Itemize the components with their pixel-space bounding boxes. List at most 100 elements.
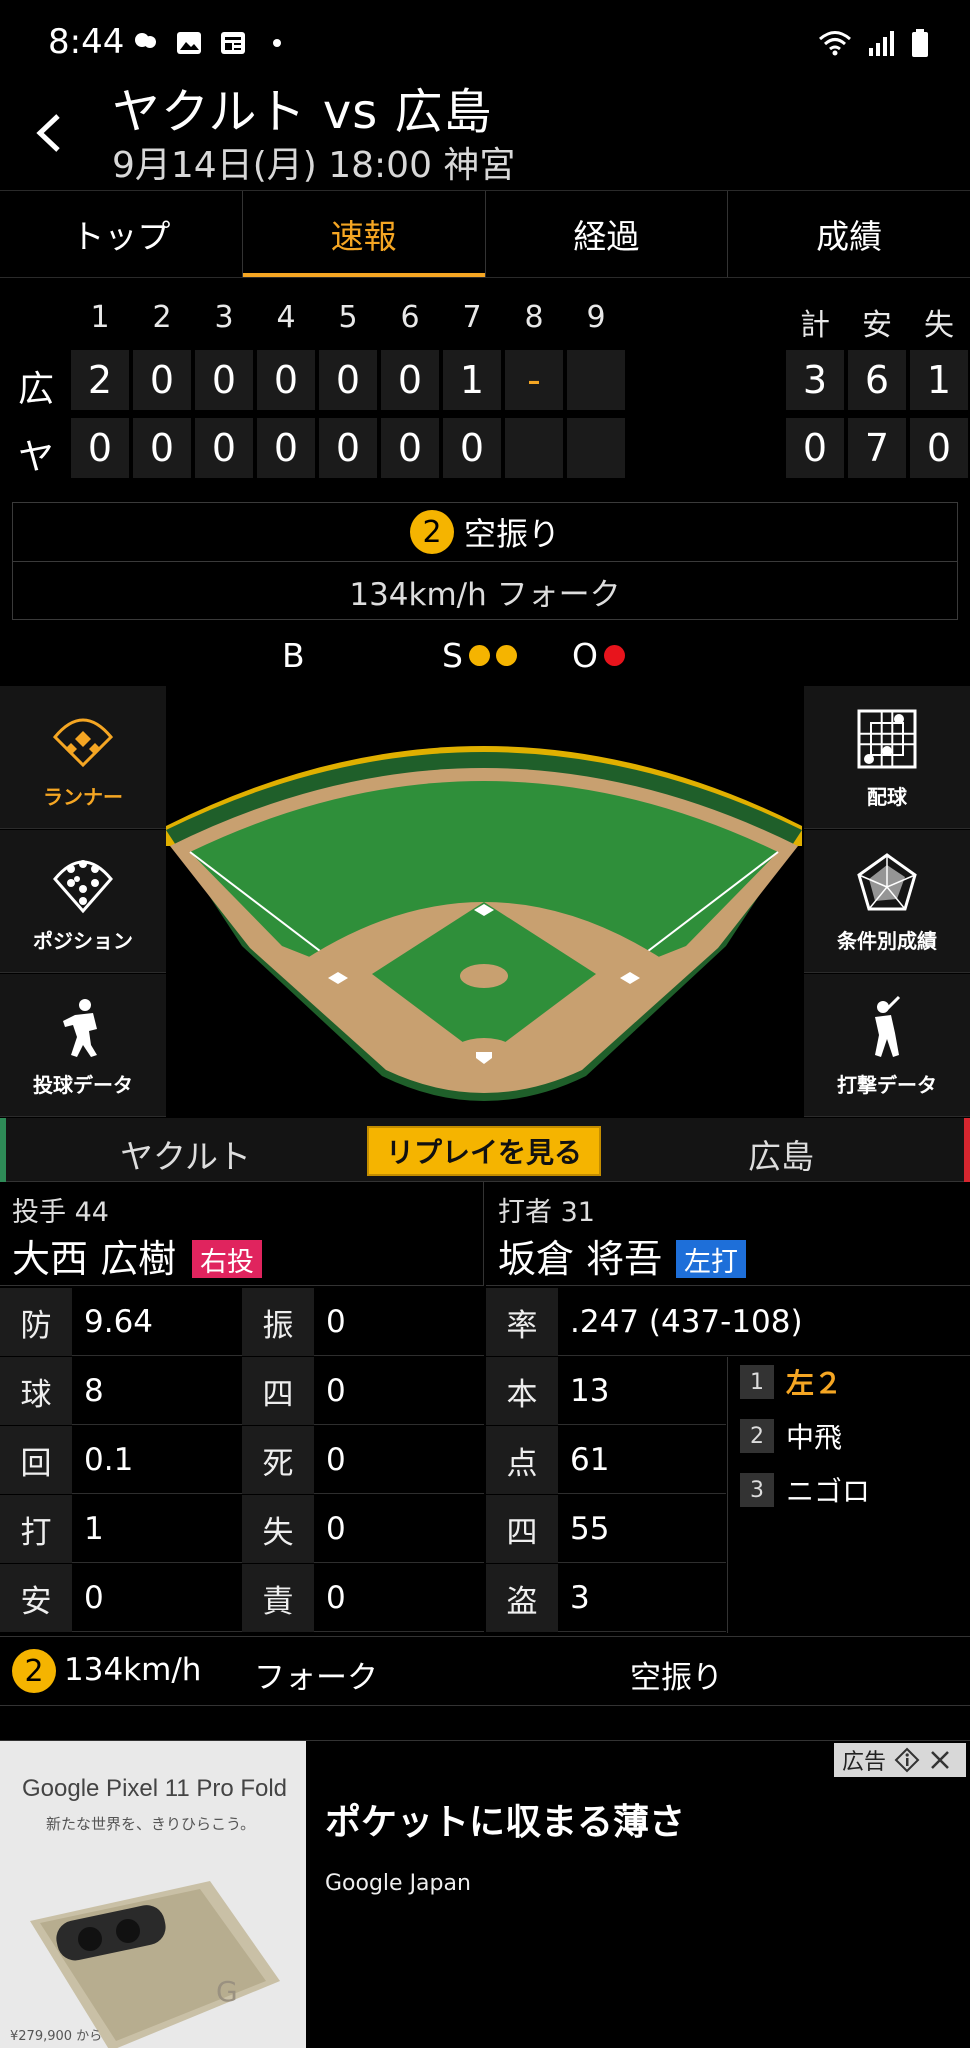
ad-headline[interactable]: ポケットに収まる薄さ bbox=[325, 1793, 685, 1845]
batting-data-label: 打撃データ bbox=[837, 1073, 937, 1097]
stat-label: 失 bbox=[242, 1495, 314, 1563]
battery-icon bbox=[912, 29, 928, 57]
stat-row: 盗 3 bbox=[486, 1564, 726, 1632]
stat-row: 回 0.1 死 0 bbox=[0, 1426, 484, 1494]
inning-header: 3 bbox=[214, 300, 234, 335]
stat-label: 本 bbox=[486, 1357, 558, 1425]
pitch-type: フォーク bbox=[254, 1660, 378, 1696]
total-header-hits: 安 bbox=[862, 308, 892, 343]
stat-label: 四 bbox=[486, 1495, 558, 1563]
ad-image[interactable]: Google Pixel 11 Pro Fold 新たな世界を、きりひらこう。 … bbox=[0, 1741, 306, 2048]
tab-progress[interactable]: 経過 bbox=[486, 191, 729, 277]
score-cell: 0 bbox=[257, 350, 315, 410]
stat-row: 球 8 四 0 bbox=[0, 1357, 484, 1425]
ball-count: B bbox=[282, 636, 305, 675]
score-cell: 0 bbox=[195, 418, 253, 478]
strike-count: S bbox=[442, 636, 517, 675]
total-runs-cell: 0 bbox=[786, 418, 844, 478]
out-dot bbox=[603, 645, 625, 666]
status-time: 8:44 bbox=[48, 22, 125, 62]
replay-button[interactable]: リプレイを見る bbox=[367, 1126, 601, 1176]
stat-value: 55 bbox=[570, 1511, 610, 1547]
play-result-box: 2 空振り 134km/h フォーク bbox=[12, 502, 958, 620]
inning-header: 4 bbox=[276, 300, 296, 335]
batter-hand-badge: 左打 bbox=[676, 1240, 746, 1278]
pitching-data-label: 投球データ bbox=[33, 1073, 133, 1097]
batter-header: 打者 31 坂倉 将吾 左打 bbox=[486, 1182, 970, 1286]
pitch-log-row: 2 134km/h フォーク 空振り bbox=[0, 1636, 970, 1706]
wifi-icon bbox=[819, 31, 851, 56]
pitch-number-badge: 2 bbox=[409, 510, 454, 554]
at-bat-result: 左２ bbox=[786, 1367, 843, 1400]
pitch-chart-button[interactable]: 配球 bbox=[804, 686, 970, 829]
team-tab-yakult[interactable]: ヤクルト bbox=[120, 1130, 251, 1178]
stat-label: 防 bbox=[0, 1288, 72, 1356]
adchoices-icon[interactable] bbox=[894, 1747, 920, 1773]
stat-value: 3 bbox=[570, 1580, 590, 1616]
notification-dot-icon bbox=[273, 39, 281, 47]
pitcher-role-number: 投手 44 bbox=[12, 1197, 109, 1228]
pitch-chart-label: 配球 bbox=[867, 785, 907, 809]
inning-header: 8 bbox=[524, 300, 544, 335]
pitching-data-button[interactable]: 投球データ bbox=[0, 974, 166, 1117]
stat-row: 四 55 bbox=[486, 1495, 726, 1563]
split-stats-button[interactable]: 条件別成績 bbox=[804, 830, 970, 973]
svg-text:G: G bbox=[216, 1975, 238, 2008]
score-cell: 1 bbox=[443, 350, 501, 410]
pitch-speed: 134km/h bbox=[64, 1652, 202, 1688]
score-cell bbox=[505, 418, 563, 478]
score-cell bbox=[567, 350, 625, 410]
inning-header: 2 bbox=[152, 300, 172, 335]
score-cell: - bbox=[505, 350, 563, 410]
at-bat-result: 中飛 bbox=[786, 1421, 843, 1454]
score-cell: 0 bbox=[257, 418, 315, 478]
stat-row: 防 9.64 振 0 bbox=[0, 1288, 484, 1356]
pitch-number-badge: 2 bbox=[12, 1649, 56, 1693]
inning-header: 7 bbox=[462, 300, 482, 335]
score-cell: 0 bbox=[71, 418, 129, 478]
play-result-text: 空振り bbox=[463, 515, 560, 553]
stat-label: 点 bbox=[486, 1426, 558, 1494]
ad-tagline: 新たな世界を、きりひらこう。 bbox=[46, 1815, 256, 1833]
strike-zone-icon bbox=[857, 709, 917, 769]
stat-value: 61 bbox=[570, 1442, 610, 1478]
scoreboard: 1 2 3 4 5 6 7 8 9 計 安 失 広 2 0 0 0 0 0 1 … bbox=[0, 290, 970, 490]
pitcher-name[interactable]: 大西 広樹 bbox=[12, 1228, 176, 1283]
stat-row: 率 .247 (437-108) bbox=[486, 1288, 970, 1356]
team-abbr-away: 広 bbox=[18, 369, 55, 410]
close-icon[interactable] bbox=[928, 1748, 952, 1772]
runner-button[interactable]: ランナー bbox=[0, 686, 166, 829]
ad-label: 広告 bbox=[842, 1750, 887, 1775]
inning-header: 6 bbox=[400, 300, 420, 335]
out-count: O bbox=[572, 636, 625, 675]
team-color-hiroshima bbox=[964, 1118, 970, 1182]
tab-top[interactable]: トップ bbox=[0, 191, 243, 277]
batter-name[interactable]: 坂倉 将吾 bbox=[498, 1228, 662, 1283]
total-header-runs: 計 bbox=[800, 308, 830, 343]
team-tab-hiroshima[interactable]: 広島 bbox=[748, 1130, 814, 1178]
pitcher-hand-badge: 右投 bbox=[192, 1240, 262, 1278]
stat-value: 0 bbox=[326, 1442, 346, 1478]
stat-label: 盗 bbox=[486, 1564, 558, 1632]
stat-row: 安 0 責 0 bbox=[0, 1564, 484, 1632]
tab-results[interactable]: 成績 bbox=[728, 191, 970, 277]
position-button[interactable]: ポジション bbox=[0, 830, 166, 973]
baseball-field bbox=[166, 746, 802, 1101]
at-bat-result: ニゴロ bbox=[786, 1475, 871, 1508]
batting-data-button[interactable]: 打撃データ bbox=[804, 974, 970, 1117]
score-cell bbox=[567, 418, 625, 478]
page-title: ヤクルト vs 広島 bbox=[112, 84, 493, 140]
inning-header: 9 bbox=[586, 300, 606, 335]
total-runs-cell: 3 bbox=[786, 350, 844, 410]
ad-price: ¥279,900 から bbox=[10, 2029, 103, 2044]
stat-row: 打 1 失 0 bbox=[0, 1495, 484, 1563]
back-arrow-icon[interactable] bbox=[26, 108, 76, 158]
at-bat-history-item: 2 中飛 bbox=[728, 1410, 970, 1462]
tab-live[interactable]: 速報 bbox=[242, 191, 486, 277]
ad-banner[interactable]: Google Pixel 11 Pro Fold 新たな世界を、きりひらこう。 … bbox=[0, 1740, 970, 2048]
pitch-detail: 134km/h フォーク bbox=[349, 576, 621, 613]
stat-value: 1 bbox=[84, 1511, 104, 1547]
runner-button-label: ランナー bbox=[43, 785, 123, 809]
team-abbr-home: ヤ bbox=[18, 437, 55, 478]
stat-label: 振 bbox=[242, 1288, 314, 1356]
